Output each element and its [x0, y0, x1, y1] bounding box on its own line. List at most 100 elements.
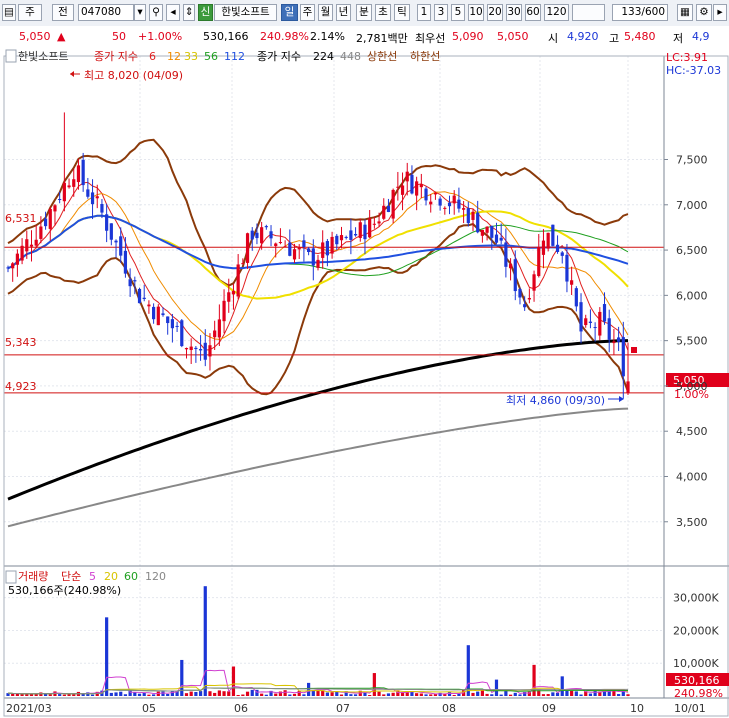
volume-bar [194, 691, 198, 696]
code-input[interactable]: 047080 [78, 4, 134, 21]
volume-bar [574, 691, 578, 696]
volume-ma120: 120 [145, 570, 166, 583]
candle-body [170, 319, 174, 329]
legend-toggle-icon[interactable] [5, 49, 17, 63]
candle-body [241, 263, 245, 265]
volume-bar [438, 692, 442, 696]
period-day-button[interactable]: 일 [281, 4, 298, 21]
speaker-icon[interactable]: ◂ [166, 4, 180, 21]
volume-bar [114, 692, 118, 696]
candle-body [377, 221, 381, 224]
volume-bar [570, 690, 574, 696]
candle-body [231, 290, 236, 295]
candle-body [67, 185, 71, 188]
grid-icon[interactable]: ▦ [677, 4, 693, 21]
best-ask-value: 5,090 [452, 30, 484, 43]
candle-body [476, 212, 480, 233]
period-second-button[interactable]: 초 [375, 4, 391, 21]
volume-ma5: 5 [89, 570, 96, 583]
candle-body [584, 318, 588, 326]
interval-5-button[interactable]: 5 [451, 4, 465, 21]
stock-chart[interactable]: 한빛소프트 종가 지수 6 12 33 56 112 종가 지수 224 448… [0, 48, 729, 718]
period-tick-button[interactable]: 틱 [394, 4, 410, 21]
interval-30-button[interactable]: 30 [506, 4, 522, 21]
candle-body [588, 321, 593, 323]
interval-1-button[interactable]: 1 [417, 4, 431, 21]
volume-bar [152, 694, 156, 696]
volume-bar [349, 694, 353, 696]
candle-body [307, 248, 311, 253]
volume-bar [90, 694, 95, 696]
legend-ma-label: 종가 지수 [94, 50, 138, 63]
volume-bar [58, 694, 62, 696]
date-tick-label: 08 [442, 702, 456, 715]
volume-bar [508, 694, 513, 696]
volume-bar [288, 694, 292, 696]
hline-label-2: 5,343 [5, 336, 37, 349]
candle-body [166, 316, 170, 324]
chevron-down-icon[interactable]: ▾ [134, 4, 146, 21]
mode-select[interactable]: 주 [18, 4, 42, 21]
price-tick-label: 4,000 [676, 470, 708, 483]
interval-60-button[interactable]: 60 [525, 4, 541, 21]
volume-title: 거래량 [18, 570, 48, 583]
search-icon[interactable]: ⚲ [149, 4, 163, 21]
interval-10-button[interactable]: 10 [468, 4, 484, 21]
high-value: 5,480 [624, 30, 656, 43]
candle-body [330, 236, 334, 254]
volume-bar [208, 691, 212, 696]
volume-bar [217, 690, 221, 696]
candle-body [349, 230, 353, 240]
candle-body [396, 186, 400, 188]
candle-body [109, 223, 113, 240]
candle-body [95, 196, 99, 199]
candle-body [466, 208, 470, 224]
volume-tick-label: 20,000K [673, 624, 719, 637]
volume-bar [260, 693, 264, 696]
interval-input[interactable] [572, 4, 605, 21]
prev-button[interactable]: 전 [52, 4, 74, 21]
interval-20-button[interactable]: 20 [487, 4, 503, 21]
expand-icon[interactable]: ▸ [713, 4, 727, 21]
volume-bar [429, 694, 433, 696]
period-year-button[interactable]: 년 [336, 4, 351, 21]
date-tick-label: 06 [234, 702, 248, 715]
volume-bar [518, 694, 522, 696]
price-tick-label: 5,000 [676, 380, 708, 393]
candle-body [194, 347, 198, 350]
volume-bar [147, 694, 151, 696]
volume-bar [307, 682, 311, 696]
date-tick-label: 10/01 [674, 702, 706, 715]
interval-3-button[interactable]: 3 [434, 4, 448, 21]
candle-body [546, 232, 550, 249]
interval-120-button[interactable]: 120 [544, 4, 569, 21]
chart-type-icon[interactable]: ▤ [2, 4, 16, 21]
candle-body [471, 211, 475, 220]
settings-icon[interactable]: ⚙ [696, 4, 712, 21]
period-minute-button[interactable]: 분 [356, 4, 372, 21]
volume-bar [471, 692, 475, 696]
candle-body [203, 342, 207, 360]
candle-body [189, 346, 193, 351]
volume-bar [504, 690, 508, 696]
volume-toggle-icon[interactable] [5, 570, 17, 584]
candle-body [617, 337, 621, 342]
volume-bar [377, 691, 381, 696]
candle-body [363, 224, 367, 240]
period-month-button[interactable]: 월 [318, 4, 333, 21]
candle-body [53, 205, 57, 212]
chart-background [0, 48, 729, 718]
toolbar: ▤ 주 전 047080 ▾ ⚲ ◂ ⇕ 신 한빛소프트 일 주 월 년 분 초… [0, 0, 729, 27]
spin-icon[interactable]: ⇕ [183, 4, 195, 21]
volume-bar [546, 694, 550, 696]
candle-body [180, 320, 184, 347]
volume-bar [494, 679, 499, 696]
volume-bar [372, 673, 376, 696]
period-week-button[interactable]: 주 [300, 4, 315, 21]
volume-bar [213, 692, 217, 696]
stock-name[interactable]: 한빛소프트 [214, 4, 277, 21]
candle-body [532, 274, 536, 291]
count-display[interactable]: 133/600 [612, 4, 668, 21]
candle-body [245, 233, 250, 263]
candle-body [48, 208, 52, 229]
